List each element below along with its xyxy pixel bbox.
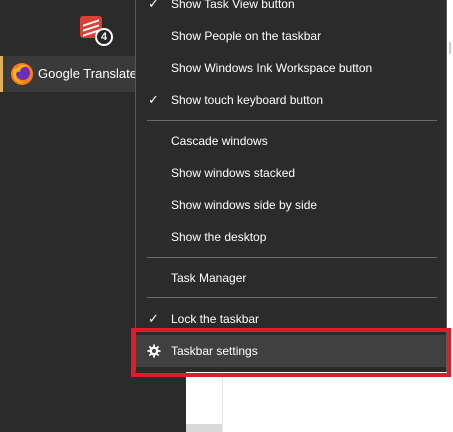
taskbar-context-menu: ✓ Show Task View button Show People on t…	[135, 0, 447, 372]
menu-item-show-the-desktop[interactable]: Show the desktop	[136, 221, 446, 253]
menu-separator	[147, 297, 437, 298]
checkmark-icon: ✓	[148, 311, 159, 326]
menu-item-cascade-windows[interactable]: Cascade windows	[136, 125, 446, 157]
firefox-icon	[11, 63, 33, 85]
menu-item-label: Show Windows Ink Workspace button	[171, 61, 373, 75]
active-indicator	[0, 56, 3, 92]
menu-item-label: Task Manager	[171, 271, 247, 285]
menu-item-task-manager[interactable]: Task Manager	[136, 262, 446, 294]
menu-item-show-windows-side-by-side[interactable]: Show windows side by side	[136, 189, 446, 221]
checkmark-icon: ✓	[148, 0, 159, 11]
menu-item-label: Show the desktop	[171, 230, 267, 244]
window-edge	[186, 424, 222, 432]
menu-item-show-people[interactable]: Show People on the taskbar	[136, 20, 446, 52]
menu-separator	[147, 257, 437, 258]
menu-item-label: Show Task View button	[171, 0, 295, 11]
checkmark-icon: ✓	[148, 92, 159, 107]
menu-item-show-windows-ink[interactable]: Show Windows Ink Workspace button	[136, 52, 446, 84]
menu-item-show-touch-keyboard[interactable]: ✓ Show touch keyboard button	[136, 84, 446, 116]
menu-item-show-windows-stacked[interactable]: Show windows stacked	[136, 157, 446, 189]
notification-badge: 4	[95, 28, 113, 46]
window-scrollbar-mark	[449, 42, 451, 54]
menu-item-label: Cascade windows	[171, 134, 268, 148]
menu-item-label: Show windows stacked	[171, 166, 296, 180]
menu-item-label: Show People on the taskbar	[171, 29, 322, 43]
menu-separator	[147, 120, 437, 121]
menu-item-label: Show touch keyboard button	[171, 93, 324, 107]
taskbar-button-label: Google Translate -	[38, 66, 145, 81]
taskbar-button-todoist[interactable]: 4	[74, 10, 114, 50]
menu-item-label: Lock the taskbar	[171, 312, 260, 326]
menu-item-show-task-view[interactable]: ✓ Show Task View button	[136, 0, 446, 20]
menu-item-label: Show windows side by side	[171, 198, 318, 212]
highlight-annotation	[131, 328, 451, 377]
